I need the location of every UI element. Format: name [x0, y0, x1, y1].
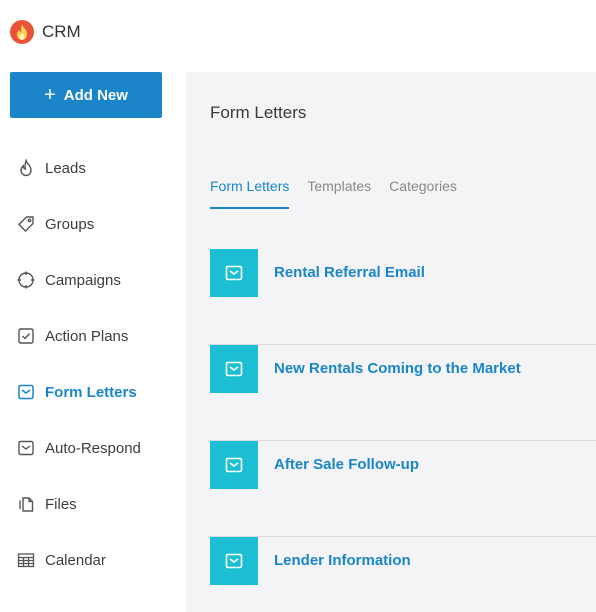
sidebar-item-label: Form Letters: [45, 383, 137, 401]
plus-icon: +: [44, 84, 56, 106]
list-item[interactable]: Rental Referral Email: [210, 249, 596, 345]
sidebar-item-label: Auto-Respond: [45, 439, 141, 457]
envelope-icon: [210, 249, 258, 297]
sidebar-item-campaigns[interactable]: Campaigns: [0, 260, 186, 300]
sidebar-item-leads[interactable]: Leads: [0, 148, 186, 188]
tab-templates[interactable]: Templates: [307, 178, 371, 209]
tab-categories[interactable]: Categories: [389, 178, 457, 209]
tag-icon: [16, 214, 36, 234]
main-content: Form Letters Form Letters Templates Cate…: [186, 72, 596, 612]
add-new-label: Add New: [63, 86, 128, 104]
app-brand[interactable]: CRM: [10, 20, 81, 44]
files-icon: [16, 494, 36, 514]
list-item[interactable]: New Rentals Coming to the Market: [210, 345, 596, 441]
list-item[interactable]: After Sale Follow-up: [210, 441, 596, 537]
envelope-icon: [16, 438, 36, 458]
sidebar-item-calendar[interactable]: Calendar: [0, 540, 186, 580]
sidebar-item-auto-respond[interactable]: Auto-Respond: [0, 428, 186, 468]
form-letter-title[interactable]: After Sale Follow-up: [274, 456, 419, 473]
envelope-icon: [210, 537, 258, 585]
target-icon: [16, 270, 36, 290]
sidebar-item-label: Leads: [45, 159, 86, 177]
flame-icon: [10, 20, 34, 44]
sidebar-item-form-letters[interactable]: Form Letters: [0, 372, 186, 412]
form-letter-title[interactable]: New Rentals Coming to the Market: [274, 360, 521, 377]
envelope-icon: [210, 441, 258, 489]
app-name: CRM: [42, 22, 81, 41]
calendar-icon: [16, 550, 36, 570]
tab-bar: Form Letters Templates Categories: [210, 178, 475, 209]
sidebar-item-label: Files: [45, 495, 77, 513]
checkbox-icon: [16, 326, 36, 346]
add-new-button[interactable]: + Add New: [10, 72, 162, 118]
sidebar-item-label: Campaigns: [45, 271, 121, 289]
form-letter-title[interactable]: Lender Information: [274, 552, 411, 569]
form-letter-title[interactable]: Rental Referral Email: [274, 264, 425, 281]
sidebar-item-label: Action Plans: [45, 327, 129, 345]
sidebar-item-groups[interactable]: Groups: [0, 204, 186, 244]
sidebar: + Add New Leads Groups Campaigns Action …: [0, 72, 186, 612]
tab-form-letters[interactable]: Form Letters: [210, 178, 290, 209]
sidebar-item-action-plans[interactable]: Action Plans: [0, 316, 186, 356]
envelope-icon: [16, 382, 36, 402]
sidebar-item-label: Calendar: [45, 551, 106, 569]
flame-outline-icon: [16, 158, 36, 178]
sidebar-item-files[interactable]: Files: [0, 484, 186, 524]
envelope-icon: [210, 345, 258, 393]
sidebar-item-label: Groups: [45, 215, 95, 233]
page-title: Form Letters: [210, 103, 307, 122]
list-item[interactable]: Lender Information: [210, 537, 596, 612]
